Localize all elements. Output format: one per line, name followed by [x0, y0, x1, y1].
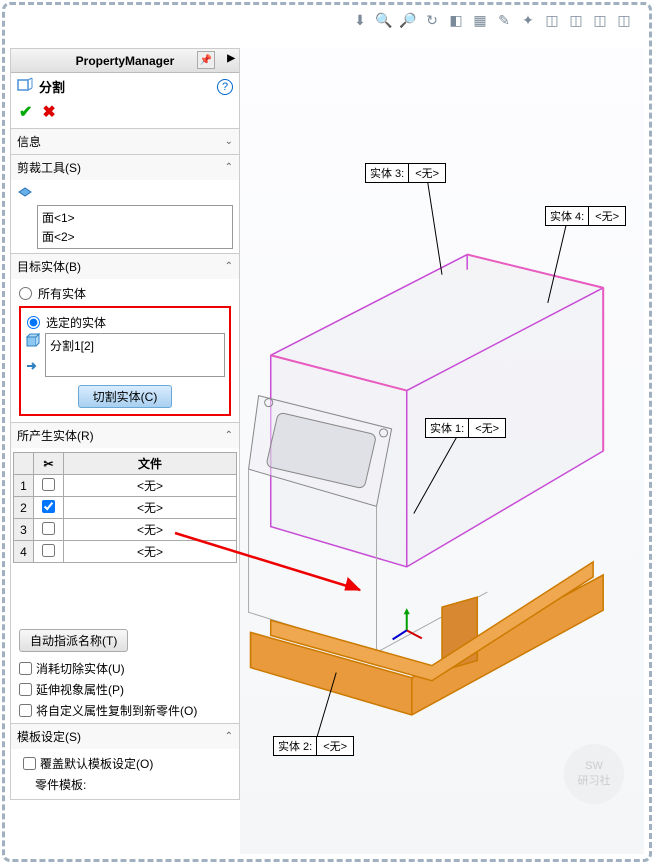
target-bodies-label: 目标实体(B) — [17, 258, 81, 275]
pm-header: PropertyManager 📌 ▶ — [11, 49, 239, 73]
cut-bodies-button[interactable]: 切割实体(C) — [78, 385, 173, 408]
row-check[interactable] — [42, 500, 55, 513]
selected-bodies-label: 选定的实体 — [46, 314, 106, 331]
all-bodies-radio[interactable]: 所有实体 — [17, 283, 233, 304]
appearance-icon[interactable]: ✎ — [494, 10, 514, 30]
trim-tools-header[interactable]: 剪裁工具(S) ⌃ — [11, 155, 239, 180]
highlighted-selection: 选定的实体 分割1[2] 切割实体(C) — [19, 306, 231, 416]
display-icon[interactable]: ▦ — [470, 10, 490, 30]
cube4-icon[interactable]: ◫ — [614, 10, 634, 30]
all-bodies-label: 所有实体 — [38, 285, 86, 302]
expand-icon[interactable]: ▶ — [227, 53, 235, 64]
chevron-down-icon: ⌄ — [225, 136, 233, 147]
table-row[interactable]: 1<无> — [14, 475, 237, 497]
zoom-fit-icon[interactable]: 🔎 — [398, 10, 418, 30]
copy-custom-check[interactable]: 将自定义属性复制到新零件(O) — [13, 700, 237, 721]
view-icon[interactable]: ⬇ — [350, 10, 370, 30]
split-icon — [17, 77, 33, 96]
face-item[interactable]: 面<1> — [40, 208, 230, 227]
callout-body2[interactable]: 实体 2: <无> — [273, 736, 354, 756]
pm-title: PropertyManager — [76, 54, 175, 68]
row-check[interactable] — [42, 478, 55, 491]
consume-cut-check[interactable]: 消耗切除实体(U) — [13, 658, 237, 679]
cube1-icon[interactable]: ◫ — [542, 10, 562, 30]
propagate-visual-check[interactable]: 延伸视象属性(P) — [13, 679, 237, 700]
section-icon[interactable]: ◧ — [446, 10, 466, 30]
help-icon[interactable]: ? — [217, 79, 233, 95]
cancel-button[interactable]: ✖ — [42, 102, 55, 122]
selected-item[interactable]: 分割1[2] — [48, 336, 222, 355]
trim-tools-label: 剪裁工具(S) — [17, 159, 81, 176]
rotate-icon[interactable]: ↻ — [422, 10, 442, 30]
all-bodies-input[interactable] — [19, 287, 32, 300]
feature-title: 分割 — [39, 77, 65, 96]
override-template-check[interactable]: 覆盖默认模板设定(O) — [17, 753, 233, 774]
watermark: SW研习社 — [564, 744, 624, 804]
arrow-icon — [25, 358, 43, 379]
pin-icon[interactable]: 📌 — [197, 51, 215, 69]
selected-bodies-list[interactable]: 分割1[2] — [45, 333, 225, 377]
info-section-header[interactable]: 信息 ⌄ — [11, 129, 239, 154]
selected-bodies-radio[interactable]: 选定的实体 — [25, 312, 225, 333]
trim-faces-list[interactable]: 面<1> 面<2> — [37, 205, 233, 249]
col-check[interactable]: ✂ — [34, 453, 64, 475]
ok-button[interactable]: ✔ — [19, 102, 32, 122]
callout-body1[interactable]: 实体 1: <无> — [425, 418, 506, 438]
chevron-up-icon: ⌃ — [225, 261, 233, 272]
col-file: 文件 — [64, 453, 237, 475]
scissors-icon: ✂ — [43, 457, 53, 471]
resulting-bodies-label: 所产生实体(R) — [17, 427, 94, 444]
callout-body3[interactable]: 实体 3: <无> — [365, 163, 446, 183]
chevron-up-icon: ⌃ — [225, 430, 233, 441]
cube2-icon[interactable]: ◫ — [566, 10, 586, 30]
property-manager-panel: PropertyManager 📌 ▶ 分割 ? ✔ ✖ 信息 ⌄ 剪裁工具(S… — [10, 48, 240, 800]
col-index — [14, 453, 34, 475]
cube3-icon[interactable]: ◫ — [590, 10, 610, 30]
row-check[interactable] — [42, 522, 55, 535]
target-bodies-header[interactable]: 目标实体(B) ⌃ — [11, 254, 239, 279]
part-template-label: 零件模板: — [17, 774, 233, 795]
face-item[interactable]: 面<2> — [40, 227, 230, 246]
template-label: 模板设定(S) — [17, 728, 81, 745]
body-icon — [25, 333, 43, 354]
callout-body4[interactable]: 实体 4: <无> — [545, 206, 626, 226]
template-header[interactable]: 模板设定(S) ⌃ — [11, 724, 239, 749]
resulting-bodies-header[interactable]: 所产生实体(R) ⌃ — [11, 423, 239, 448]
info-label: 信息 — [17, 133, 41, 150]
row-check[interactable] — [42, 544, 55, 557]
zoom-icon[interactable]: 🔍 — [374, 10, 394, 30]
scene-icon[interactable]: ✦ — [518, 10, 538, 30]
3d-viewport[interactable]: 实体 3: <无> 实体 4: <无> 实体 1: <无> 实体 2: <无> … — [240, 48, 644, 854]
chevron-up-icon: ⌃ — [225, 162, 233, 173]
auto-assign-button[interactable]: 自动指派名称(T) — [19, 629, 128, 652]
chevron-up-icon: ⌃ — [225, 731, 233, 742]
face-icon — [17, 184, 37, 205]
table-row[interactable]: 2<无> — [14, 497, 237, 519]
selected-bodies-input[interactable] — [27, 316, 40, 329]
